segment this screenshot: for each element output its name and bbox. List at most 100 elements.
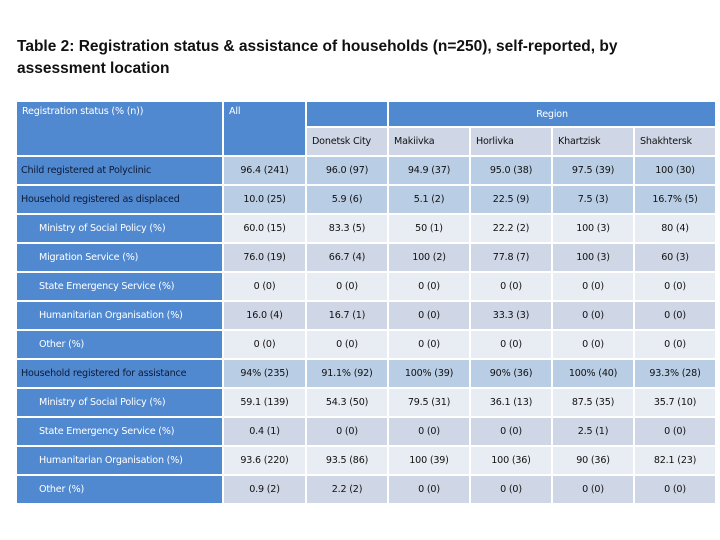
region-column-header: Makiivka [389,128,469,155]
cell-region: 0 (0) [635,302,716,329]
table-row: Household registered as displaced 10.0 (2… [17,186,716,213]
cell-region: 94.9 (37) [389,157,469,184]
cell-region: 100 (39) [389,447,469,474]
cell-region: 0 (0) [635,418,716,445]
cell-region: 91.1% (92) [307,360,387,387]
cell-region: 100 (2) [389,244,469,271]
region-column-header: Shakhtersk [635,128,716,155]
cell-region: 83.3 (5) [307,215,387,242]
row-label: Household registered for assistance [17,360,222,387]
cell-region: 96.0 (97) [307,157,387,184]
row-label: Child registered at Polyclinic [17,157,222,184]
cell-all: 0.4 (1) [224,418,305,445]
cell-region: 0 (0) [553,302,633,329]
cell-region: 79.5 (31) [389,389,469,416]
cell-region: 82.1 (23) [635,447,716,474]
row-label: State Emergency Service (%) [17,418,222,445]
cell-region: 16.7% (5) [635,186,716,213]
cell-region: 0 (0) [553,273,633,300]
row-label: Ministry of Social Policy (%) [17,389,222,416]
cell-region: 77.8 (7) [471,244,551,271]
cell-region: 100 (30) [635,157,716,184]
table-row: Humanitarian Organisation (%) 16.0 (4) 16.… [17,302,716,329]
cell-region: 0 (0) [471,331,551,358]
cell-region: 97.5 (39) [553,157,633,184]
cell-region: 0 (0) [389,418,469,445]
cell-region: 60 (3) [635,244,716,271]
cell-all: 10.0 (25) [224,186,305,213]
cell-region: 5.1 (2) [389,186,469,213]
cell-region: 80 (4) [635,215,716,242]
row-label: Household registered as displaced [17,186,222,213]
table-row: Migration Service (%) 76.0 (19) 66.7 (4) 10… [17,244,716,271]
table-row: Humanitarian Organisation (%) 93.6 (220) 9… [17,447,716,474]
table-row: Ministry of Social Policy (%) 60.0 (15) 83… [17,215,716,242]
region-column-header: Khartzisk [553,128,633,155]
cell-region: 0 (0) [389,302,469,329]
row-label-header: Registration status (% (n)) [17,102,222,155]
table-body: Child registered at Polyclinic 96.4 (241)… [17,157,716,503]
table-row: Ministry of Social Policy (%) 59.1 (139) 5… [17,389,716,416]
cell-region: 93.5 (86) [307,447,387,474]
table-row: Child registered at Polyclinic 96.4 (241)… [17,157,716,184]
cell-region: 0 (0) [307,331,387,358]
cell-region: 0 (0) [307,418,387,445]
registration-table: Registration status (% (n)) All Region D… [15,100,717,505]
row-label: Humanitarian Organisation (%) [17,447,222,474]
cell-region: 0 (0) [389,273,469,300]
cell-all: 60.0 (15) [224,215,305,242]
cell-region: 0 (0) [471,273,551,300]
table-row: Other (%) 0.9 (2) 2.2 (2) 0 (0) 0 (0) 0 (0) 0 … [17,476,716,503]
row-label: Other (%) [17,476,222,503]
cell-all: 0.9 (2) [224,476,305,503]
table-row: State Emergency Service (%) 0.4 (1) 0 (0) 0… [17,418,716,445]
region-header: Region [389,102,716,126]
cell-region: 0 (0) [389,331,469,358]
cell-region: 2.5 (1) [553,418,633,445]
cell-all: 94% (235) [224,360,305,387]
cell-region: 22.5 (9) [471,186,551,213]
cell-all: 93.6 (220) [224,447,305,474]
cell-region: 66.7 (4) [307,244,387,271]
cell-all: 76.0 (19) [224,244,305,271]
cell-region: 0 (0) [635,331,716,358]
all-column-header: All [224,102,305,155]
cell-region: 54.3 (50) [307,389,387,416]
cell-all: 59.1 (139) [224,389,305,416]
cell-region: 100% (40) [553,360,633,387]
region-column-header: Horlivka [471,128,551,155]
table-title: Table 2: Registration status & assistanc… [17,38,618,77]
cell-region: 22.2 (2) [471,215,551,242]
cell-region: 0 (0) [635,476,716,503]
cell-region: 100% (39) [389,360,469,387]
cell-region: 36.1 (13) [471,389,551,416]
row-label: Other (%) [17,331,222,358]
table-row: Other (%) 0 (0) 0 (0) 0 (0) 0 (0) 0 (0) 0 (0) [17,331,716,358]
cell-region: 100 (3) [553,244,633,271]
cell-region: 100 (3) [553,215,633,242]
region-column-header: Donetsk City [307,128,387,155]
cell-region: 0 (0) [635,273,716,300]
cell-region: 0 (0) [389,476,469,503]
cell-region: 90 (36) [553,447,633,474]
cell-region: 0 (0) [553,476,633,503]
cell-all: 0 (0) [224,273,305,300]
cell-region: 95.0 (38) [471,157,551,184]
cell-region: 87.5 (35) [553,389,633,416]
header-spacer [307,102,387,126]
row-label: State Emergency Service (%) [17,273,222,300]
table-row: State Emergency Service (%) 0 (0) 0 (0) 0 (… [17,273,716,300]
cell-region: 93.3% (28) [635,360,716,387]
cell-region: 5.9 (6) [307,186,387,213]
header-row-1: Registration status (% (n)) All Region [17,102,716,155]
cell-region: 0 (0) [553,331,633,358]
cell-region: 7.5 (3) [553,186,633,213]
cell-region: 35.7 (10) [635,389,716,416]
row-label: Migration Service (%) [17,244,222,271]
cell-region: 0 (0) [307,273,387,300]
cell-all: 0 (0) [224,331,305,358]
cell-all: 96.4 (241) [224,157,305,184]
cell-region: 2.2 (2) [307,476,387,503]
cell-region: 16.7 (1) [307,302,387,329]
cell-all: 16.0 (4) [224,302,305,329]
